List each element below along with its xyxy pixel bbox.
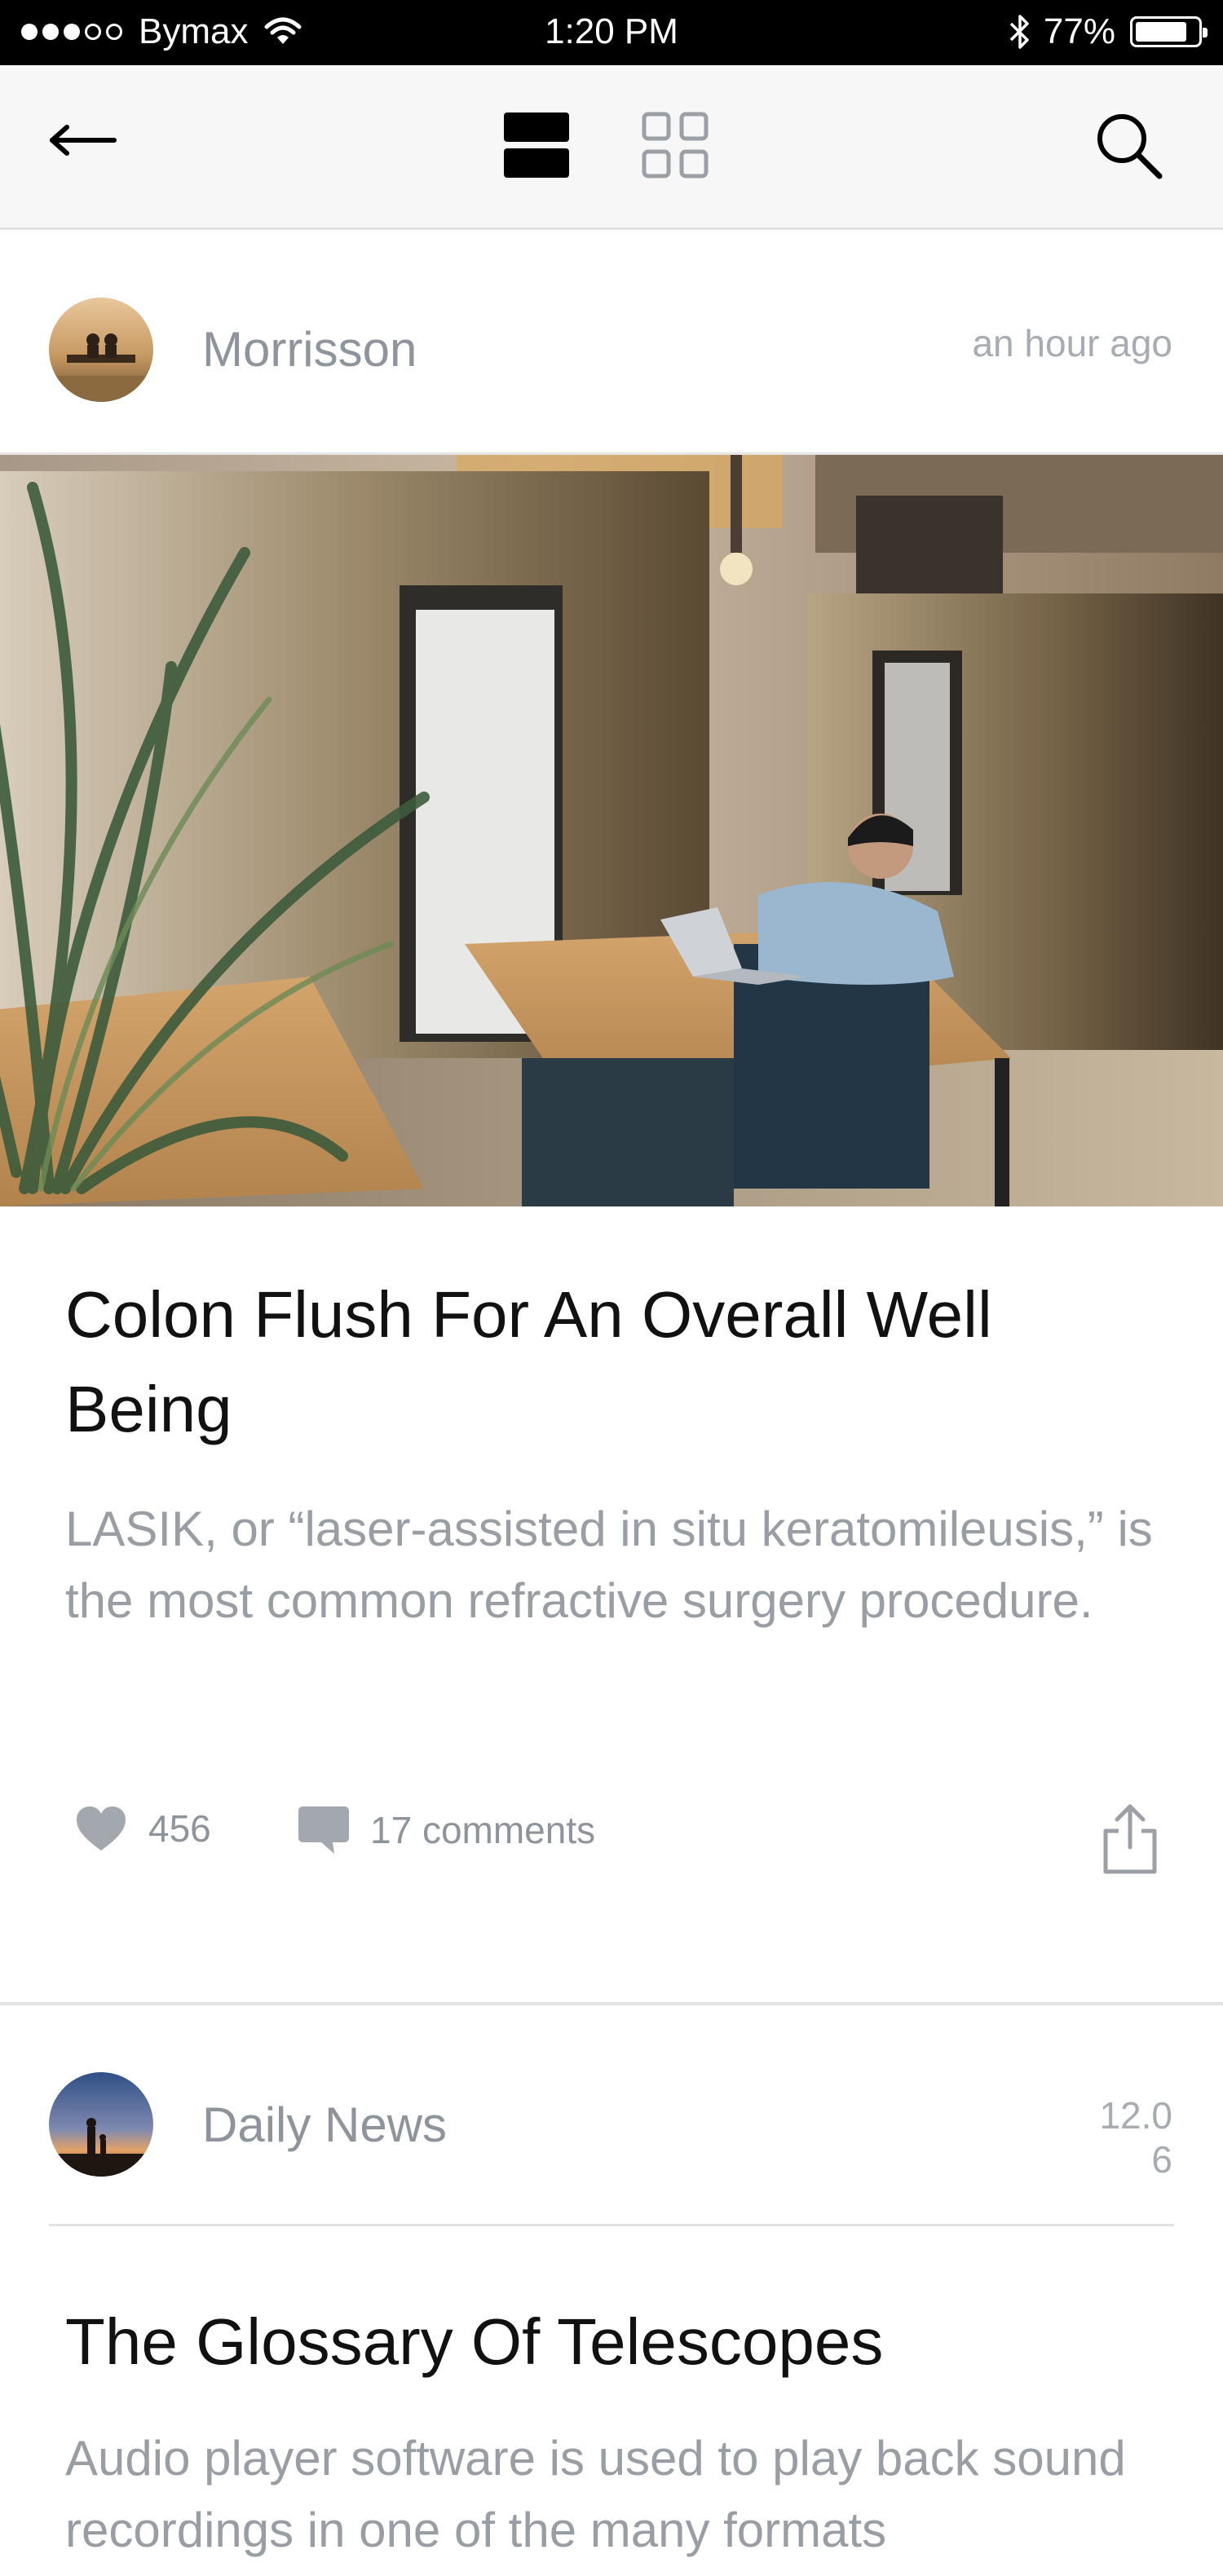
- post-actions: 456 17 comments: [0, 1793, 1223, 1875]
- like-count: 456: [148, 1807, 211, 1850]
- heart-icon: [77, 1806, 126, 1850]
- grid-view-icon: [642, 112, 709, 179]
- post-title[interactable]: Colon Flush For An Overall Well Being: [65, 1268, 1158, 1457]
- status-bar: Bymax 1:20 PM 77%: [0, 0, 1223, 65]
- office-photo: [0, 455, 1223, 1206]
- post-time-line1: 12.0: [1099, 2094, 1172, 2137]
- header-divider: [49, 2224, 1174, 2226]
- list-view-button[interactable]: [502, 111, 584, 192]
- post-excerpt: LASIK, or “laser-assisted in situ kerato…: [65, 1502, 1153, 1628]
- bluetooth-icon: [1009, 15, 1029, 49]
- share-button[interactable]: [1097, 1802, 1163, 1875]
- back-arrow-icon: [50, 125, 117, 156]
- like-button[interactable]: 456: [75, 1805, 211, 1852]
- share-icon: [1103, 1804, 1157, 1874]
- search-icon: [1097, 114, 1163, 179]
- battery-icon: [1130, 16, 1208, 47]
- status-right: 77%: [1008, 11, 1208, 52]
- post-title[interactable]: The Glossary Of Telescopes: [65, 2295, 1158, 2389]
- back-button[interactable]: [46, 109, 127, 174]
- post-time-line2: 6: [1151, 2138, 1172, 2181]
- post-excerpt: Audio player software is used to play ba…: [65, 2431, 1126, 2557]
- grid-view-button[interactable]: [641, 111, 722, 192]
- author-avatar-image: [49, 298, 153, 402]
- author-name[interactable]: Daily News: [202, 2097, 447, 2153]
- post-time: 12.0 6: [1099, 2093, 1172, 2181]
- post-time: an hour ago: [972, 322, 1172, 364]
- author-name[interactable]: Morrisson: [202, 321, 417, 377]
- comment-count: 17 comments: [370, 1809, 596, 1851]
- search-button[interactable]: [1093, 109, 1174, 191]
- nav-bar: [0, 65, 1223, 230]
- author-avatar-image: [49, 2072, 153, 2177]
- post-header: Morrisson an hour ago: [0, 230, 1223, 450]
- list-view-icon: [504, 112, 569, 178]
- post-header: Daily News 12.0 6: [0, 2005, 1223, 2224]
- battery-percent: 77%: [1043, 11, 1115, 51]
- comments-button[interactable]: 17 comments: [297, 1805, 595, 1855]
- avatar[interactable]: [49, 298, 153, 402]
- post-image[interactable]: [0, 452, 1223, 1206]
- comment-icon: [298, 1806, 349, 1854]
- avatar[interactable]: [49, 2072, 153, 2177]
